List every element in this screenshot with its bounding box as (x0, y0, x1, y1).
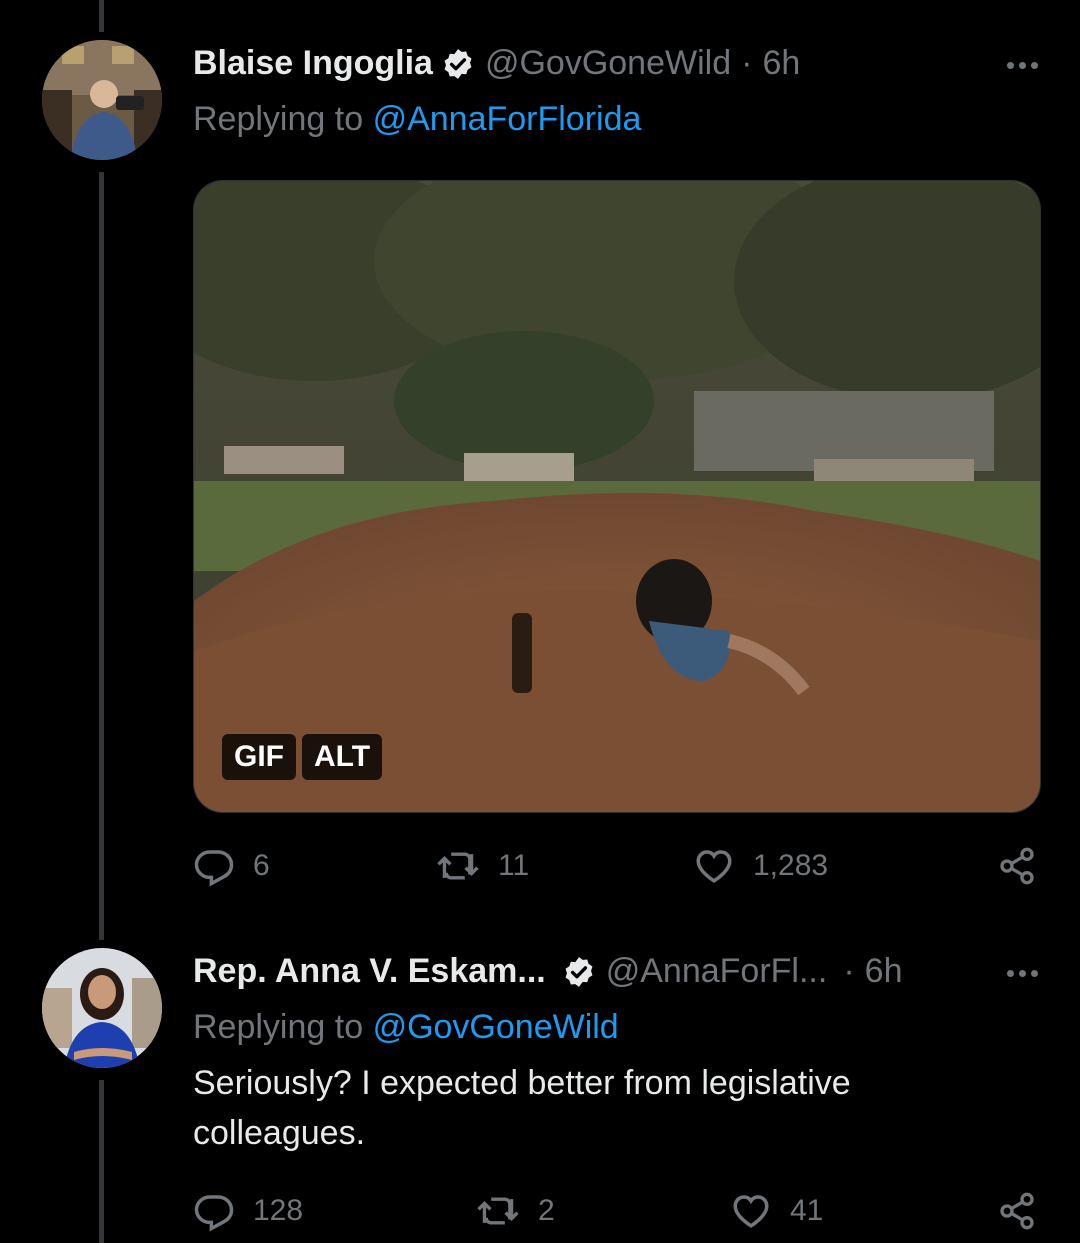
retweet-button[interactable]: 11 (436, 845, 529, 887)
reply-icon (193, 845, 235, 887)
tweet-time[interactable]: 6h (762, 44, 800, 83)
like-icon (693, 845, 735, 887)
share-button[interactable] (997, 1190, 1037, 1232)
replying-to: Replying to @AnnaForFlorida (193, 100, 641, 139)
reply-count: 6 (253, 849, 270, 882)
tweet-text: Seriously? I expected better from legisl… (193, 1064, 851, 1152)
replying-to-handle[interactable]: @GovGoneWild (373, 1008, 619, 1046)
retweet-count: 11 (498, 849, 530, 882)
reply-button[interactable]: 128 (193, 1190, 303, 1232)
share-icon (997, 1190, 1037, 1232)
retweet-count: 2 (538, 1194, 555, 1227)
tweet-2-actions: 128 2 41 (193, 1190, 1039, 1234)
author-name[interactable]: Rep. Anna V. Eskam... (193, 952, 546, 991)
reply-count: 128 (253, 1194, 304, 1227)
verified-badge-icon (441, 47, 475, 81)
more-icon[interactable] (1007, 970, 1038, 977)
author-handle[interactable]: @AnnaForFl... (606, 952, 828, 991)
tweet-2: Rep. Anna V. Eskam... @AnnaForFl... · 6h… (0, 940, 1080, 1243)
gif-badge: GIF (222, 734, 296, 780)
replying-to-handle[interactable]: @AnnaForFlorida (373, 100, 642, 138)
separator-dot: · (843, 952, 855, 990)
separator-dot: · (741, 44, 753, 82)
like-count: 1,283 (753, 849, 829, 882)
replying-to-prefix: Replying to (193, 1008, 364, 1046)
like-button[interactable]: 41 (730, 1190, 823, 1232)
like-button[interactable]: 1,283 (693, 845, 828, 887)
retweet-button[interactable]: 2 (476, 1190, 555, 1232)
like-icon (730, 1190, 772, 1232)
share-button[interactable] (997, 845, 1037, 887)
reply-button[interactable]: 6 (193, 845, 270, 887)
share-icon (997, 845, 1037, 887)
tweet-1: Blaise Ingoglia @GovGoneWild · 6h Replyi… (0, 0, 1080, 930)
avatar-anna[interactable] (42, 948, 162, 1068)
retweet-icon (436, 845, 480, 887)
more-icon[interactable] (1007, 62, 1038, 69)
replying-to-prefix: Replying to (193, 100, 364, 138)
tweet-1-header: Blaise Ingoglia @GovGoneWild · 6h (193, 44, 800, 83)
verified-badge-icon (562, 955, 596, 989)
avatar-blaise[interactable] (42, 40, 162, 160)
author-handle[interactable]: @GovGoneWild (485, 44, 731, 83)
gif-media[interactable]: GIF ALT (193, 180, 1041, 813)
tweet-1-actions: 6 11 1,283 (193, 845, 1039, 889)
media-badges: GIF ALT (222, 734, 383, 780)
reply-icon (193, 1190, 235, 1232)
author-name[interactable]: Blaise Ingoglia (193, 44, 433, 83)
retweet-icon (476, 1190, 520, 1232)
replying-to: Replying to @GovGoneWild (193, 1008, 619, 1047)
like-count: 41 (790, 1194, 824, 1227)
gif-preview-image (194, 181, 1040, 812)
tweet-2-header: Rep. Anna V. Eskam... @AnnaForFl... · 6h (193, 952, 902, 991)
alt-badge[interactable]: ALT (302, 734, 383, 780)
tweet-time[interactable]: 6h (865, 952, 903, 991)
